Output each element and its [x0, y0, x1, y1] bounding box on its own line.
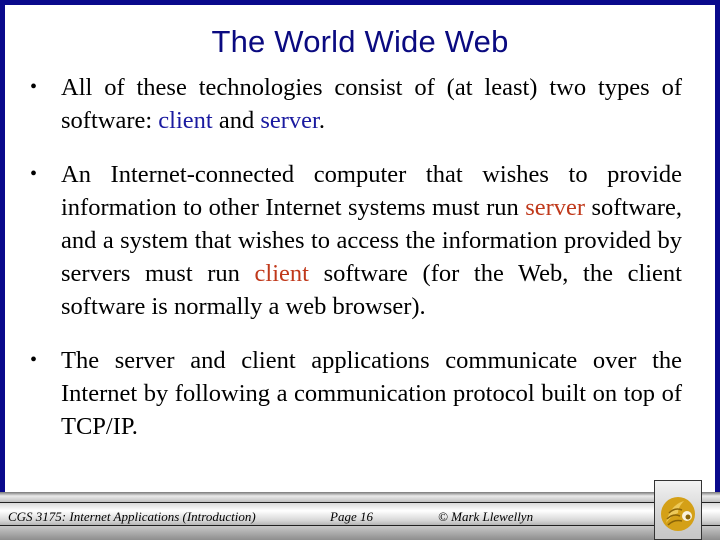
bullet-item: • An Internet-connected computer that wi…	[30, 158, 682, 323]
footer-bar: CGS 3175: Internet Applications (Introdu…	[0, 492, 720, 540]
highlight-client: client	[254, 260, 309, 287]
footer-course: CGS 3175: Internet Applications (Introdu…	[8, 509, 256, 524]
bullet-item: • The server and client applications com…	[30, 344, 682, 443]
footer-author: © Mark Llewellyn	[438, 509, 534, 524]
bullet-list: • All of these technologies consist of (…	[30, 71, 682, 464]
ucf-pegasus-logo-icon	[661, 497, 695, 531]
slide-title: The World Wide Web	[211, 24, 509, 59]
logo-box	[654, 480, 702, 540]
highlight-server: server	[525, 194, 586, 221]
bullet-dot-icon: •	[30, 76, 38, 98]
highlight-server: server	[260, 107, 319, 134]
bullet-item: • All of these technologies consist of (…	[30, 71, 682, 137]
highlight-client: client	[158, 107, 213, 134]
bullet-dot-icon: •	[30, 163, 38, 185]
footer-page-number: Page 16	[330, 509, 373, 524]
bullet-dot-icon: •	[30, 349, 38, 371]
